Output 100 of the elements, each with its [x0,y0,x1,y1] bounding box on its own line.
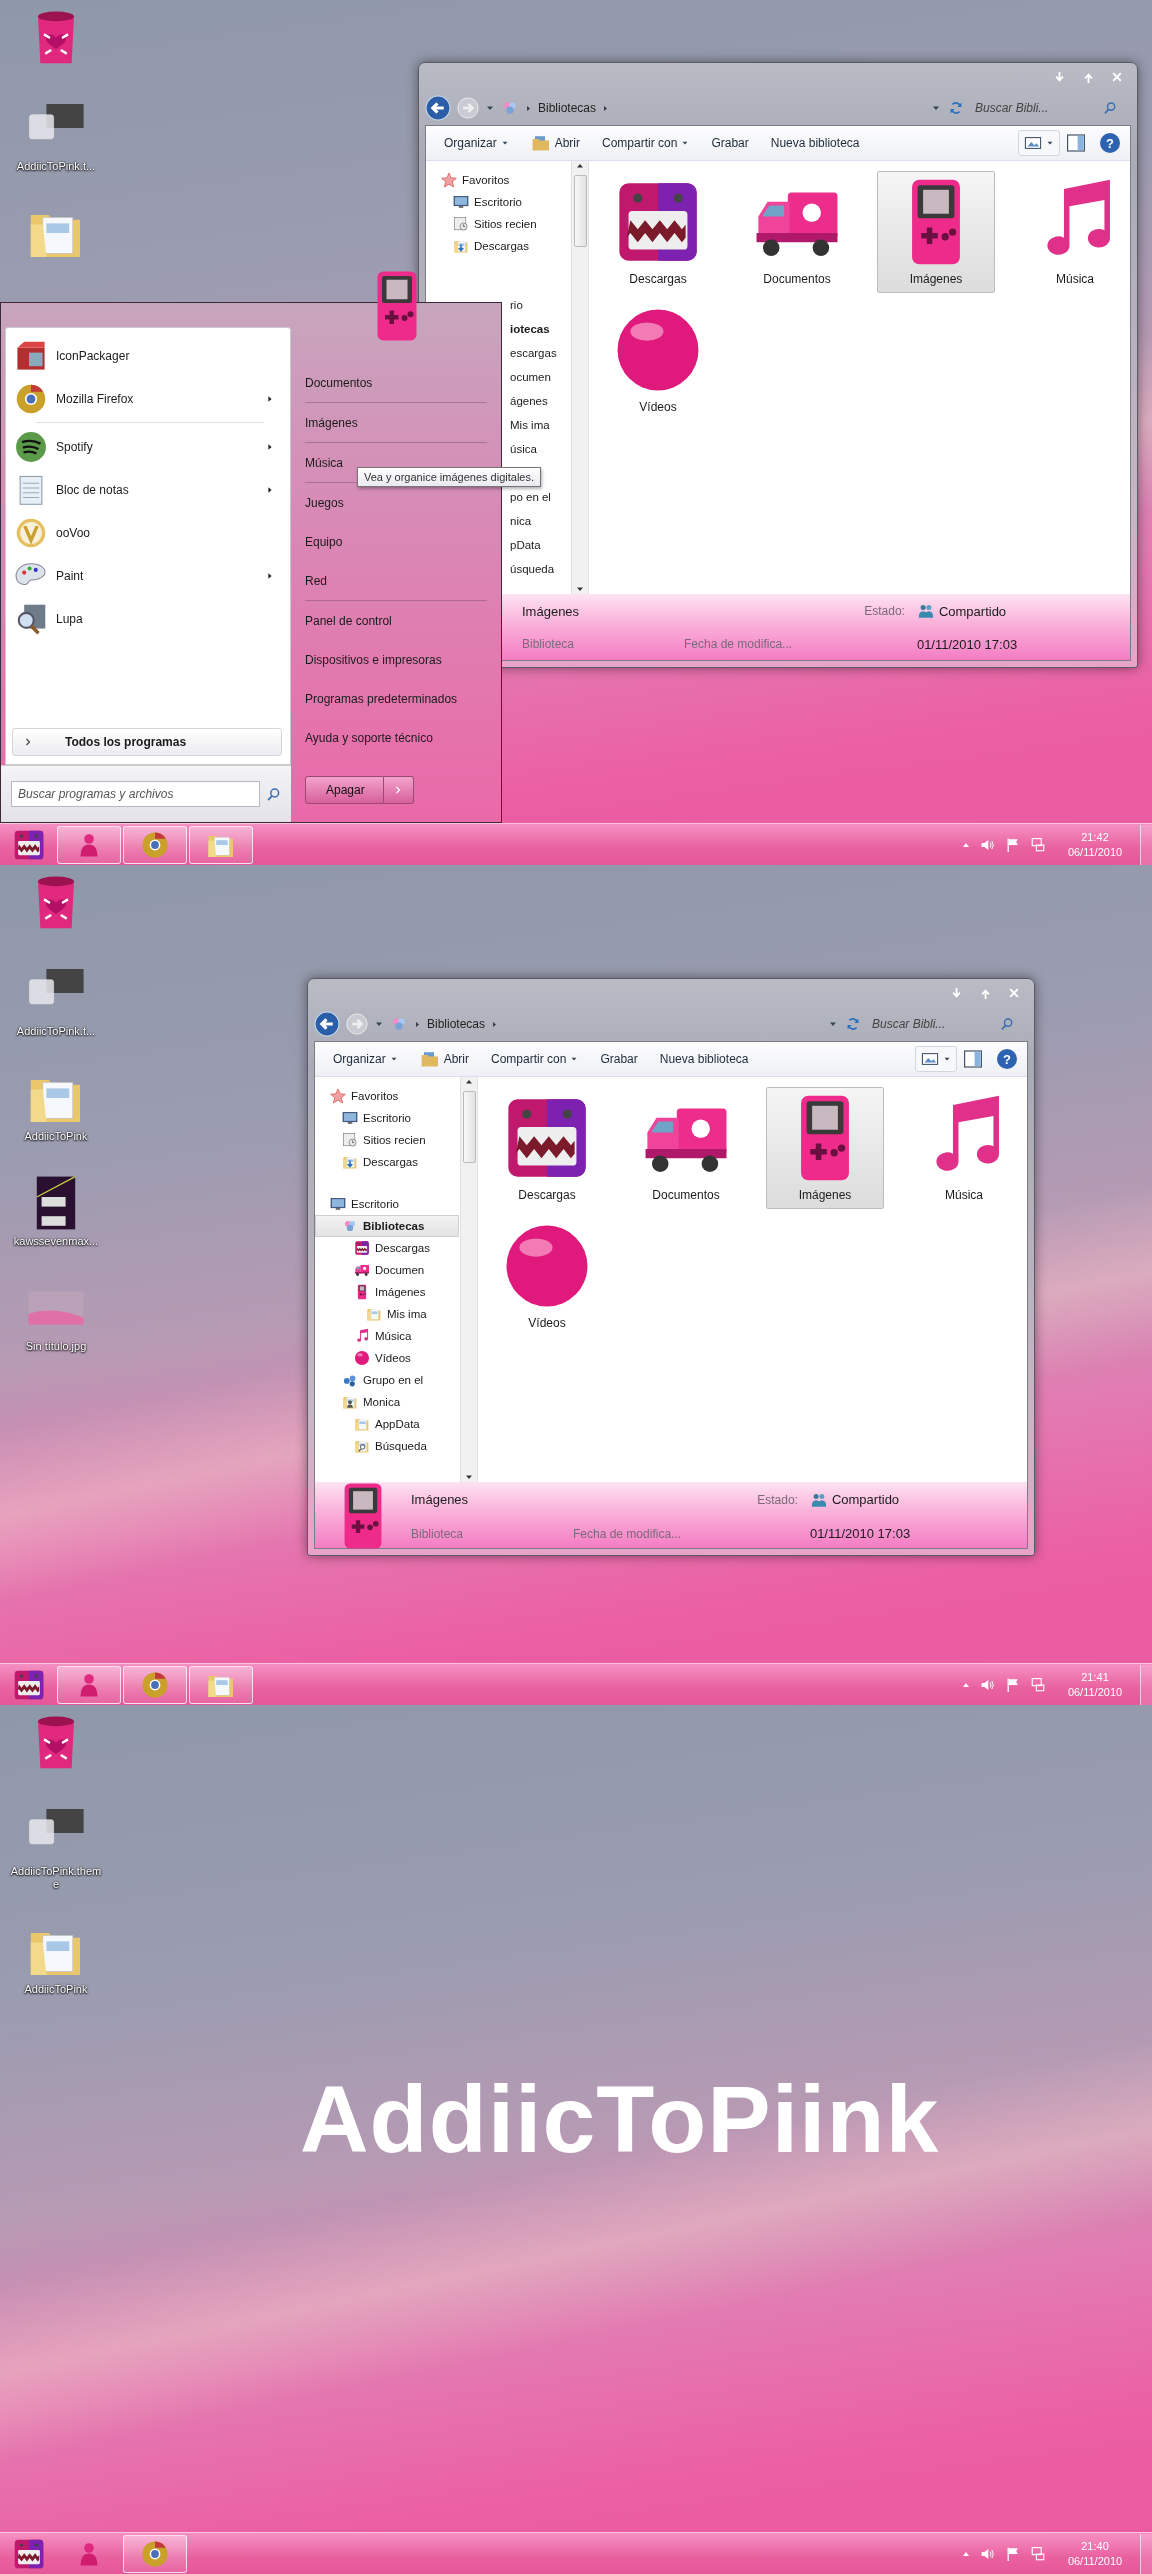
program-item[interactable]: Mozilla Firefox [12,377,282,420]
library-item[interactable]: Descargas [599,171,717,293]
flag-icon[interactable] [1005,2545,1021,2562]
taskbar-button[interactable] [189,825,253,864]
scroll-thumb[interactable] [462,1091,476,1163]
start-menu-link[interactable]: Equipo [305,522,343,561]
network-icon[interactable] [1030,836,1046,853]
nav-item[interactable]: pData [510,539,541,551]
library-item[interactable]: Documentos [627,1087,745,1209]
nav-item[interactable]: Descargas [426,235,570,257]
nav-item[interactable]: Monica [315,1391,459,1413]
start-menu-link[interactable]: Red [305,561,327,600]
nav-item[interactable]: Sitios recien [315,1129,459,1151]
toolbar-button[interactable]: Abrir [522,129,589,157]
nav-item[interactable]: rio [510,299,523,311]
breadcrumb-item[interactable]: Bibliotecas [538,101,597,115]
nav-item[interactable]: Favoritos [426,169,570,191]
toolbar-button[interactable]: Grabar [592,1048,646,1070]
minimize-icon[interactable] [1053,70,1066,84]
toolbar-button[interactable]: Nueva biblioteca [651,1048,757,1070]
program-item[interactable]: ooVoo [12,511,282,554]
start-menu-link[interactable]: Documentos [305,363,373,402]
help-button[interactable]: ? [1100,133,1120,153]
show-desktop-button[interactable] [1140,2533,1152,2574]
nav-item[interactable]: AppData [315,1413,459,1435]
toolbar-button[interactable]: Grabar [703,132,757,154]
nav-item[interactable]: Sitios recien [426,213,570,235]
search-icon[interactable] [1103,101,1117,115]
program-item[interactable]: Paint [12,554,282,597]
network-icon[interactable] [1030,1676,1046,1693]
search-icon[interactable] [1000,1017,1014,1031]
nav-item[interactable]: nica [510,515,532,527]
nav-item[interactable]: ágenes [510,395,548,407]
nav-item[interactable]: Favoritos [315,1085,459,1107]
breadcrumb-item[interactable]: Bibliotecas [427,1017,486,1031]
nav-item[interactable]: úsqueda [510,563,555,575]
preview-pane-icon[interactable] [1066,133,1086,153]
program-item[interactable]: IconPackager [12,334,282,377]
show-desktop-button[interactable] [1140,824,1152,865]
nav-item[interactable]: Descargas [315,1151,459,1173]
nav-item[interactable]: úsica [510,443,537,455]
toolbar-button[interactable]: Nueva biblioteca [762,132,868,154]
toolbar-button[interactable]: Abrir [411,1045,478,1073]
nav-item[interactable]: iotecas [510,323,550,335]
toolbar-button[interactable]: Organizar [436,132,517,154]
library-item[interactable]: Descargas [488,1087,606,1209]
toolbar-button[interactable]: Compartir con [594,132,698,154]
shutdown-button[interactable]: Apagar [305,776,384,804]
forward-button[interactable] [346,1013,368,1035]
start-menu-link[interactable]: Juegos [305,483,344,522]
program-item[interactable]: Lupa [12,597,282,640]
taskbar-button[interactable] [57,825,121,864]
nav-item[interactable]: Documen [315,1259,459,1281]
flag-icon[interactable] [1005,1676,1021,1693]
help-button[interactable]: ? [997,1049,1017,1069]
program-item[interactable]: Bloc de notas [12,468,282,511]
network-icon[interactable] [1030,2545,1046,2562]
taskbar-button[interactable] [57,1665,121,1704]
taskbar-button[interactable] [123,1665,187,1704]
library-item[interactable]: Imágenes [877,171,995,293]
nav-item[interactable]: Descargas [315,1237,459,1259]
library-item[interactable]: Música [1016,171,1134,293]
nav-item[interactable]: Escritorio [426,191,570,213]
library-item[interactable]: Vídeos [599,299,717,421]
taskbar-button[interactable] [123,825,187,864]
toolbar-button[interactable]: Organizar [325,1048,406,1070]
view-button[interactable] [1018,130,1060,156]
nav-item[interactable]: Escritorio [315,1107,459,1129]
close-icon[interactable] [1008,987,1020,999]
nav-item[interactable]: Búsqueda [315,1435,459,1457]
nav-item[interactable]: Mis ima [315,1303,459,1325]
nav-item[interactable]: Vídeos [315,1347,459,1369]
start-menu-link[interactable]: Panel de control [305,601,392,640]
start-menu-link[interactable]: Imágenes [305,403,358,442]
maximize-icon[interactable] [1082,70,1095,84]
scroll-thumb[interactable] [573,175,587,247]
back-button[interactable] [425,95,451,121]
nav-item[interactable]: Mis ima [510,419,550,431]
library-item[interactable]: Música [905,1087,1023,1209]
start-menu-link[interactable]: Dispositivos e impresoras [305,640,442,679]
nav-item[interactable]: Música [315,1325,459,1347]
library-item[interactable]: Documentos [738,171,856,293]
preview-pane-icon[interactable] [963,1049,983,1069]
nav-item[interactable]: ocumen [510,371,551,383]
chevron-icon[interactable] [525,104,532,112]
show-desktop-button[interactable] [1140,1664,1152,1705]
flag-icon[interactable] [1005,836,1021,853]
toolbar-button[interactable]: Compartir con [483,1048,587,1070]
nav-item[interactable]: Bibliotecas [315,1215,459,1237]
search-field[interactable]: Buscar Bibli... [975,101,1099,115]
start-menu-link[interactable]: Ayuda y soporte técnico [305,718,433,757]
all-programs-button[interactable]: Todos los programas [12,728,282,756]
nav-item[interactable]: Escritorio [315,1193,459,1215]
chevron-icon[interactable] [491,1020,499,1028]
nav-item[interactable]: Imágenes [315,1281,459,1303]
shutdown-options-button[interactable] [383,776,414,804]
close-icon[interactable] [1111,71,1123,83]
nav-item[interactable]: escargas [510,347,557,359]
forward-button[interactable] [457,97,479,119]
search-field[interactable]: Buscar programas y archivos [11,781,260,807]
